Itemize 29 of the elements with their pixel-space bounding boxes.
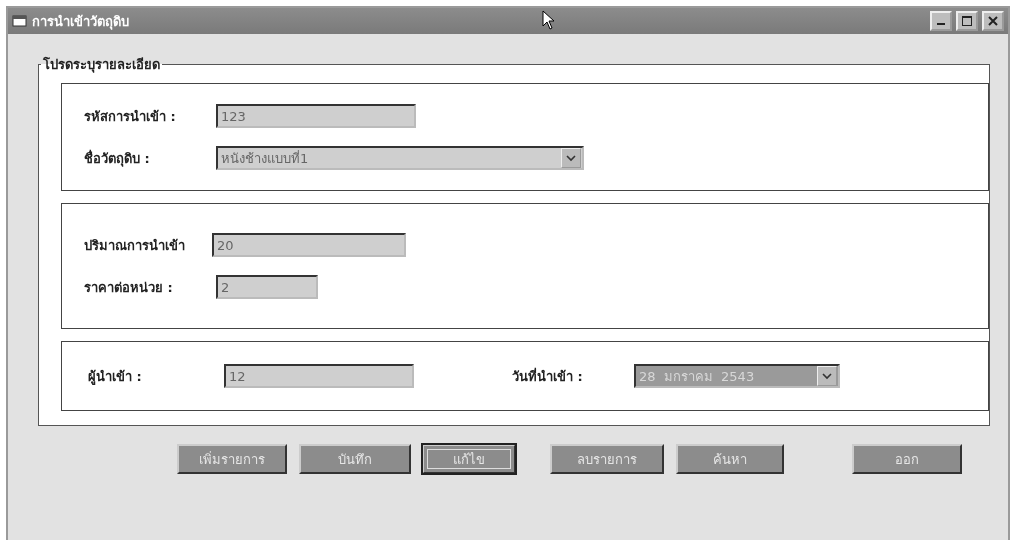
field-label: รหัสการนำเข้า : [84,107,177,126]
field-label: ปริมาณการนำเข้า [84,236,186,255]
dropdown-button[interactable] [561,148,581,168]
group-title: โปรดระบุรายละเอียด [42,56,161,75]
dropdown-button[interactable] [817,366,837,386]
field-label: วันที่นำเข้า : [512,366,584,386]
maximize-icon [962,16,972,26]
field-label: ผู้นำเข้า : [88,367,143,387]
field-label: ราคาต่อหน่วย : [84,278,174,297]
input-field[interactable]: 2 [216,275,318,299]
date-picker[interactable]: 28 มกราคม 2543 [634,364,840,388]
action-button[interactable]: แก้ไข [422,444,516,474]
maximize-button[interactable] [956,11,978,31]
dropdown-field[interactable]: หนังช้างแบบที่1 [216,146,584,170]
minimize-button[interactable] [930,11,952,31]
field-label: ชื่อวัตถุดิบ : [84,148,151,169]
action-button[interactable]: ออก [852,444,962,474]
window-icon [12,14,28,28]
action-button[interactable]: บันทึก [299,444,411,474]
window-title: การนำเข้าวัตถุดิบ [32,12,129,32]
mouse-cursor-icon [542,10,556,30]
close-button[interactable] [982,11,1004,31]
input-field[interactable]: 12 [224,364,414,388]
action-button[interactable]: ลบรายการ [550,444,664,474]
action-button[interactable]: เพิ่มรายการ [177,444,287,474]
action-button[interactable]: ค้นหา [676,444,784,474]
input-field[interactable]: 123 [216,104,416,128]
input-field[interactable]: 20 [212,233,406,257]
close-icon [988,16,998,26]
